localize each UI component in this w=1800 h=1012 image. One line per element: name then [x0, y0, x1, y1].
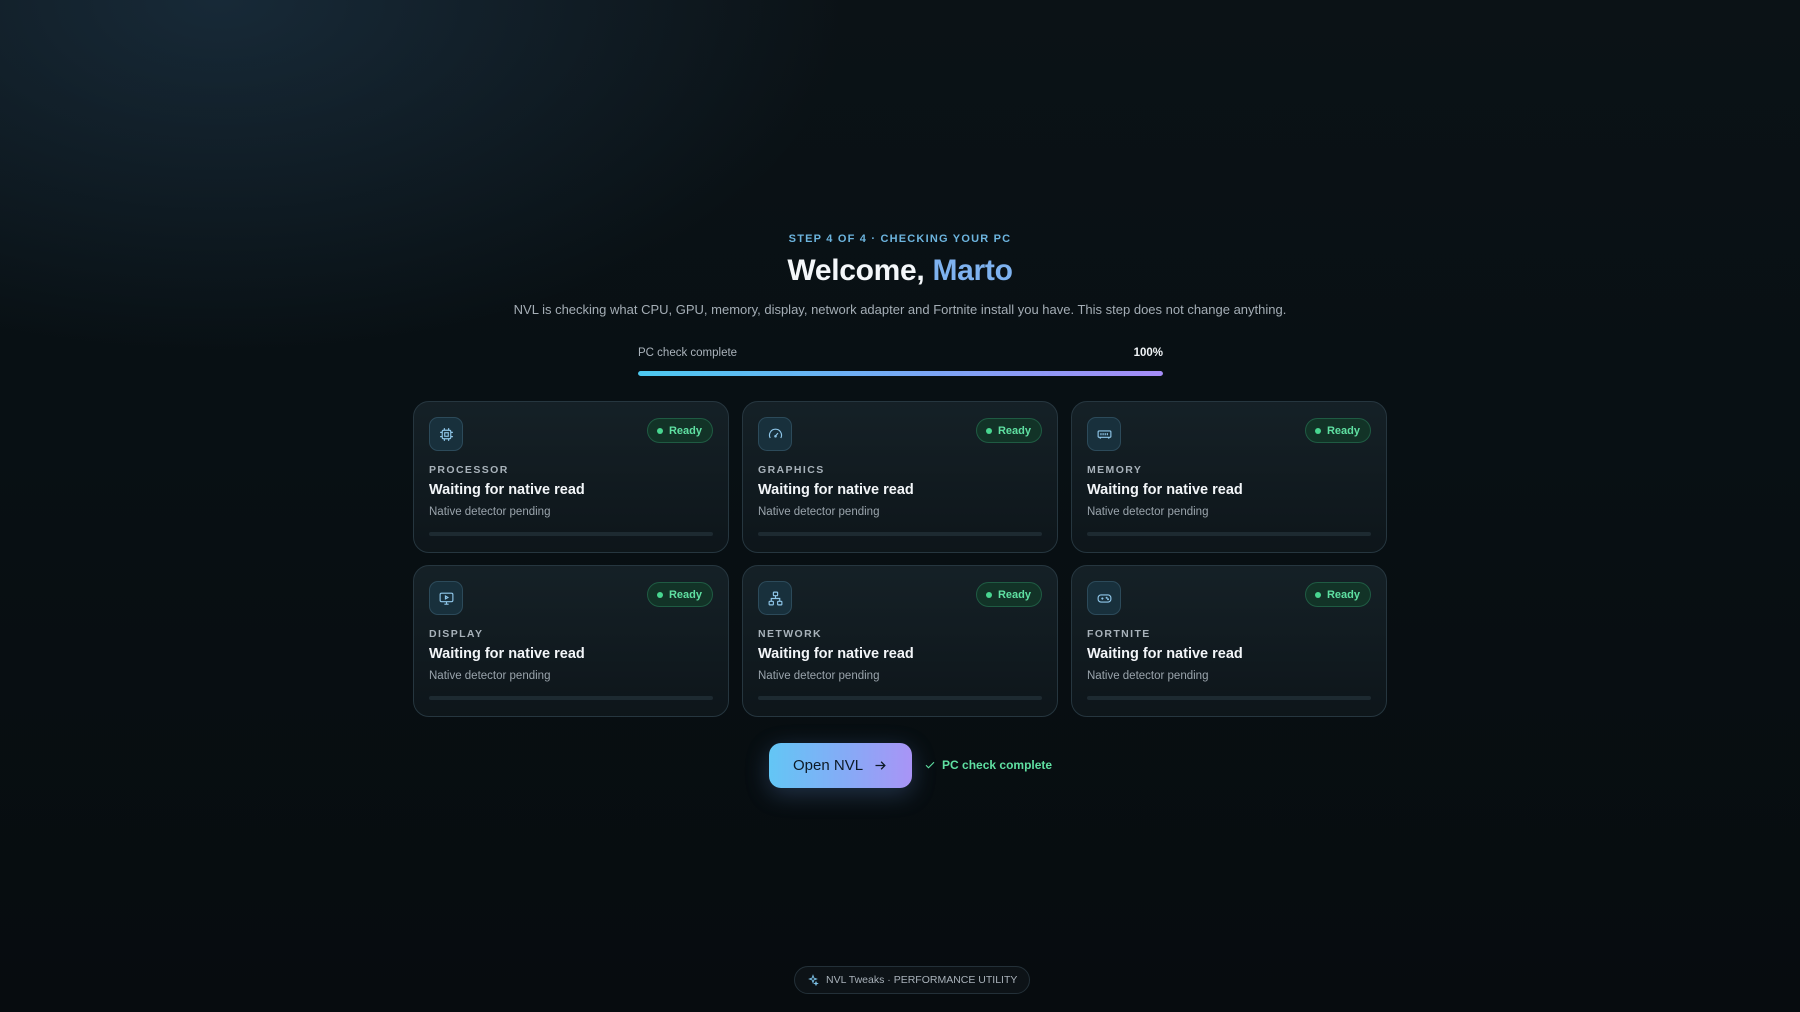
status-badge: Ready	[975, 582, 1042, 607]
status-dot	[1314, 591, 1321, 598]
status-text: Ready	[668, 424, 702, 437]
status-text: Ready	[997, 588, 1031, 601]
check-status: PC check complete	[924, 758, 1052, 772]
card-heading: Waiting for native read	[429, 482, 585, 498]
open-nvl-button[interactable]: Open NVL	[769, 742, 913, 788]
title-prefix: Welcome,	[787, 254, 933, 287]
card-detail: Native detector pending	[429, 506, 551, 518]
progress-value: 100%	[1133, 347, 1163, 359]
card-category: GRAPHICS	[758, 464, 825, 476]
card-detail: Native detector pending	[429, 670, 551, 682]
progress-label: PC check complete	[638, 347, 738, 359]
cpu-icon	[429, 417, 463, 451]
card-network: Ready NETWORK Waiting for native read Na…	[742, 565, 1058, 717]
card-display: Ready DISPLAY Waiting for native read Na…	[413, 565, 729, 717]
card-progress-track	[429, 696, 713, 700]
status-badge: Ready	[975, 418, 1042, 443]
card-graphics: Ready GRAPHICS Waiting for native read N…	[742, 401, 1058, 553]
card-heading: Waiting for native read	[758, 482, 914, 498]
status-dot	[1314, 427, 1321, 434]
status-badge: Ready	[646, 582, 713, 607]
card-detail: Native detector pending	[758, 670, 880, 682]
status-text: Ready	[1326, 588, 1360, 601]
card-category: MEMORY	[1087, 464, 1143, 476]
monitor-icon	[429, 581, 463, 615]
footer-text: NVL Tweaks · PERFORMANCE UTILITY	[826, 974, 1018, 986]
page-title: Welcome, Marto	[0, 254, 1800, 288]
card-progress-track	[1087, 696, 1371, 700]
status-badge: Ready	[646, 418, 713, 443]
check-status-text: PC check complete	[942, 758, 1053, 772]
card-detail: Native detector pending	[1087, 670, 1209, 682]
page-subtitle: NVL is checking what CPU, GPU, memory, d…	[513, 302, 1287, 317]
memory-icon	[1087, 417, 1121, 451]
card-progress-track	[758, 696, 1042, 700]
progress-track	[638, 371, 1163, 376]
status-text: Ready	[668, 588, 702, 601]
card-fortnite: Ready FORTNITE Waiting for native read N…	[1071, 565, 1387, 717]
card-category: FORTNITE	[1087, 628, 1151, 640]
progress-fill	[638, 371, 1163, 376]
card-memory: Ready MEMORY Waiting for native read Nat…	[1071, 401, 1387, 553]
app-window: STEP 4 OF 4 · CHECKING YOUR PC Welcome, …	[0, 0, 1800, 1012]
card-detail: Native detector pending	[1087, 506, 1209, 518]
gauge-icon	[758, 417, 792, 451]
card-heading: Waiting for native read	[429, 646, 585, 662]
card-progress-track	[758, 532, 1042, 536]
card-processor: Ready PROCESSOR Waiting for native read …	[413, 401, 729, 553]
status-badge: Ready	[1304, 418, 1371, 443]
card-category: PROCESSOR	[429, 464, 509, 476]
step-indicator: STEP 4 OF 4 · CHECKING YOUR PC	[788, 233, 1012, 245]
status-text: Ready	[1326, 424, 1360, 437]
user-name: Marto	[932, 254, 1013, 287]
action-row: Open NVL PC check complete	[769, 742, 1052, 788]
footer-badge: NVL Tweaks · PERFORMANCE UTILITY	[794, 966, 1031, 994]
overall-progress: PC check complete 100%	[638, 345, 1163, 376]
check-icon	[925, 761, 935, 769]
hardware-cards: Ready PROCESSOR Waiting for native read …	[413, 401, 1388, 717]
open-nvl-label: Open NVL	[793, 756, 864, 774]
status-dot	[985, 427, 992, 434]
card-category: DISPLAY	[429, 628, 484, 640]
card-heading: Waiting for native read	[758, 646, 914, 662]
status-dot	[656, 591, 663, 598]
sparkle-icon	[808, 974, 819, 986]
card-progress-track	[429, 532, 713, 536]
status-text: Ready	[997, 424, 1031, 437]
status-badge: Ready	[1304, 582, 1371, 607]
status-dot	[656, 427, 663, 434]
arrow-right-icon	[875, 760, 886, 770]
card-category: NETWORK	[758, 628, 823, 640]
network-icon	[758, 581, 792, 615]
card-detail: Native detector pending	[758, 506, 880, 518]
card-heading: Waiting for native read	[1087, 482, 1243, 498]
card-heading: Waiting for native read	[1087, 646, 1243, 662]
gamepad-icon	[1087, 581, 1121, 615]
card-progress-track	[1087, 532, 1371, 536]
status-dot	[985, 591, 992, 598]
